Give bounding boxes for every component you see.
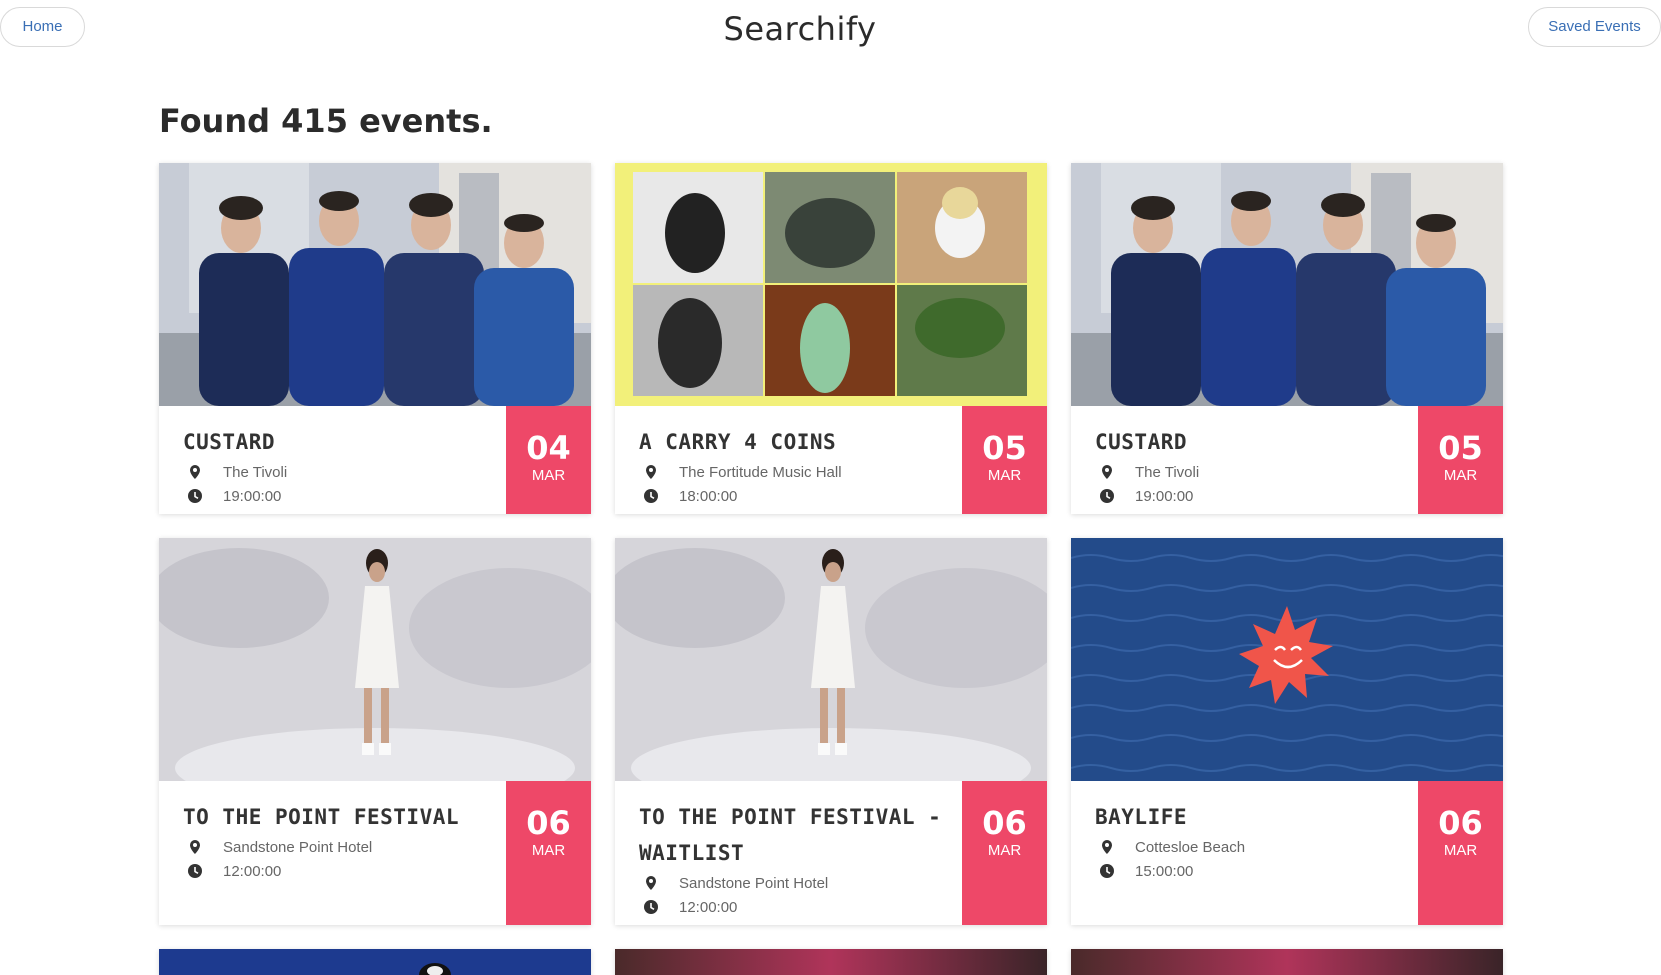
event-image	[1071, 949, 1503, 975]
map-marker-icon	[190, 465, 200, 479]
event-details: TO THE POINT FESTIVAL - WAITLIST Sandsto…	[615, 781, 962, 919]
event-details: A CARRY 4 COINS The Fortitude Music Hall…	[615, 406, 962, 508]
event-venue: Sandstone Point Hotel	[643, 871, 962, 895]
event-card-partial[interactable]	[615, 949, 1047, 975]
event-venue: Sandstone Point Hotel	[187, 835, 506, 859]
date-day: 04	[526, 429, 571, 467]
event-time: 15:00:00	[1099, 859, 1418, 883]
clock-icon	[644, 900, 658, 914]
start-time: 18:00:00	[679, 487, 738, 505]
venue-name: Sandstone Point Hotel	[223, 838, 373, 856]
event-details: BAYLIFE Cottesloe Beach 15:00:00	[1071, 781, 1418, 883]
date-day: 05	[1438, 429, 1483, 467]
event-time: 12:00:00	[643, 895, 962, 919]
event-image	[159, 949, 591, 975]
saved-events-button[interactable]: Saved Events	[1528, 7, 1661, 47]
event-image	[615, 163, 1047, 406]
date-badge: 06 MAR	[506, 781, 591, 925]
event-title: BAYLIFE	[1095, 805, 1188, 829]
venue-name: The Fortitude Music Hall	[679, 463, 842, 481]
event-card-partial[interactable]	[1071, 949, 1503, 975]
date-month: MAR	[987, 842, 1022, 859]
event-card-partial[interactable]	[159, 949, 591, 975]
results-count-heading: Found 415 events.	[159, 102, 493, 140]
venue-name: The Tivoli	[1135, 463, 1200, 481]
clock-icon	[1100, 489, 1114, 503]
date-day: 06	[982, 804, 1027, 842]
event-card[interactable]: CUSTARD The Tivoli 19:00:00 04 MAR	[159, 163, 591, 514]
event-image	[615, 538, 1047, 781]
venue-name: The Tivoli	[223, 463, 288, 481]
date-month: MAR	[1443, 842, 1478, 859]
clock-icon	[644, 489, 658, 503]
event-details: CUSTARD The Tivoli 19:00:00	[159, 406, 506, 508]
date-badge: 06 MAR	[1418, 781, 1503, 925]
event-title: CUSTARD	[1095, 430, 1188, 454]
event-image	[1071, 163, 1503, 406]
event-title: CUSTARD	[183, 430, 276, 454]
event-time: 19:00:00	[187, 484, 506, 508]
event-card[interactable]: TO THE POINT FESTIVAL - WAITLIST Sandsto…	[615, 538, 1047, 925]
event-time: 18:00:00	[643, 484, 962, 508]
event-card[interactable]: A CARRY 4 COINS The Fortitude Music Hall…	[615, 163, 1047, 514]
event-details: CUSTARD The Tivoli 19:00:00	[1071, 406, 1418, 508]
start-time: 19:00:00	[223, 487, 282, 505]
map-marker-icon	[646, 465, 656, 479]
event-time: 19:00:00	[1099, 484, 1418, 508]
event-image	[615, 949, 1047, 975]
date-month: MAR	[531, 467, 566, 484]
venue-name: Cottesloe Beach	[1135, 838, 1246, 856]
event-venue: The Fortitude Music Hall	[643, 460, 962, 484]
event-title: A CARRY 4 COINS	[639, 430, 837, 454]
date-day: 06	[1438, 804, 1483, 842]
map-marker-icon	[190, 840, 200, 854]
start-time: 12:00:00	[679, 898, 738, 916]
event-details: TO THE POINT FESTIVAL Sandstone Point Ho…	[159, 781, 506, 883]
header: Home Searchify Saved Events	[0, 0, 1661, 60]
event-image	[159, 163, 591, 406]
event-card[interactable]: TO THE POINT FESTIVAL Sandstone Point Ho…	[159, 538, 591, 925]
venue-name: Sandstone Point Hotel	[679, 874, 829, 892]
event-time: 12:00:00	[187, 859, 506, 883]
map-marker-icon	[1102, 465, 1112, 479]
event-image	[1071, 538, 1503, 781]
date-badge: 06 MAR	[962, 781, 1047, 925]
date-badge: 05 MAR	[962, 406, 1047, 514]
date-month: MAR	[531, 842, 566, 859]
date-month: MAR	[1443, 467, 1478, 484]
date-badge: 05 MAR	[1418, 406, 1503, 514]
clock-icon	[188, 864, 202, 878]
start-time: 12:00:00	[223, 862, 282, 880]
brand-title: Searchify	[723, 10, 877, 48]
event-image	[159, 538, 591, 781]
event-venue: The Tivoli	[187, 460, 506, 484]
event-venue: Cottesloe Beach	[1099, 835, 1418, 859]
event-card[interactable]: BAYLIFE Cottesloe Beach 15:00:00 06 MAR	[1071, 538, 1503, 925]
start-time: 15:00:00	[1135, 862, 1194, 880]
map-marker-icon	[1102, 840, 1112, 854]
date-day: 06	[526, 804, 571, 842]
event-venue: The Tivoli	[1099, 460, 1418, 484]
event-title: TO THE POINT FESTIVAL - WAITLIST	[639, 805, 942, 865]
start-time: 19:00:00	[1135, 487, 1194, 505]
clock-icon	[1100, 864, 1114, 878]
map-marker-icon	[646, 876, 656, 890]
date-badge: 04 MAR	[506, 406, 591, 514]
event-card[interactable]: CUSTARD The Tivoli 19:00:00 05 MAR	[1071, 163, 1503, 514]
date-day: 05	[982, 429, 1027, 467]
event-title: TO THE POINT FESTIVAL	[183, 805, 460, 829]
clock-icon	[188, 489, 202, 503]
date-month: MAR	[987, 467, 1022, 484]
